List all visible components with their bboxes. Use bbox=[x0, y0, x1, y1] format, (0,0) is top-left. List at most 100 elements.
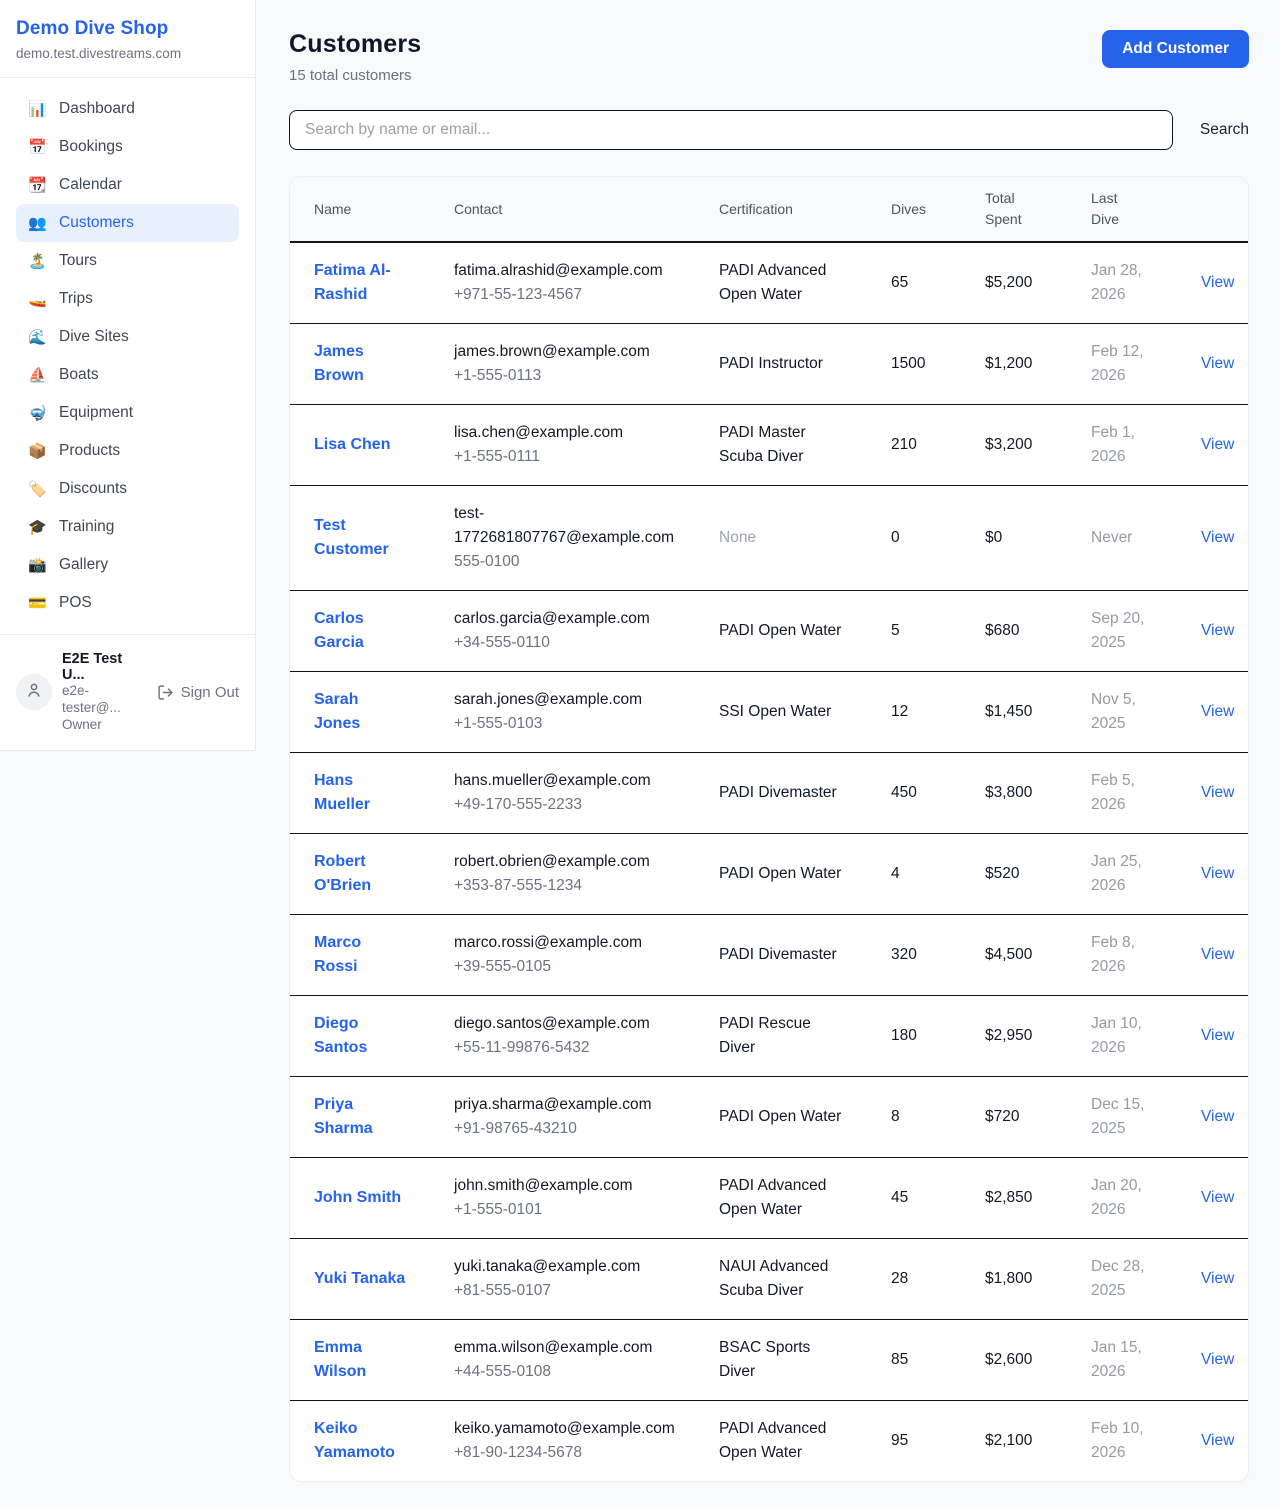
sidebar-item-tours[interactable]: 🏝️Tours bbox=[16, 242, 239, 280]
customer-name-link[interactable]: Carlos Garcia bbox=[314, 610, 364, 651]
table-row: Diego Santos diego.santos@example.com +5… bbox=[290, 996, 1249, 1077]
customer-email: sarah.jones@example.com bbox=[454, 688, 671, 712]
add-customer-button[interactable]: Add Customer bbox=[1102, 30, 1249, 68]
customer-phone: 555-0100 bbox=[454, 550, 671, 574]
customer-phone: +353-87-555-1234 bbox=[454, 874, 671, 898]
customer-name-link[interactable]: John Smith bbox=[314, 1189, 401, 1206]
customer-phone: +44-555-0108 bbox=[454, 1360, 671, 1384]
view-customer-link[interactable]: View bbox=[1201, 784, 1234, 801]
customer-phone: +81-90-1234-5678 bbox=[454, 1441, 671, 1465]
user-name: E2E Test U... bbox=[62, 651, 147, 683]
customer-name-link[interactable]: Sarah Jones bbox=[314, 691, 360, 732]
page-title-block: Customers 15 total customers bbox=[289, 30, 421, 84]
customer-email: john.smith@example.com bbox=[454, 1174, 671, 1198]
bar-chart-icon: 📊 bbox=[28, 102, 46, 117]
customer-last-dive: Feb 5, 2026 bbox=[1067, 753, 1177, 834]
customer-last-dive: Feb 8, 2026 bbox=[1067, 915, 1177, 996]
customer-name-link[interactable]: Lisa Chen bbox=[314, 436, 390, 453]
customer-name-link[interactable]: Priya Sharma bbox=[314, 1096, 373, 1137]
sidebar-item-training[interactable]: 🎓Training bbox=[16, 508, 239, 546]
customer-total-spent: $520 bbox=[961, 834, 1067, 915]
sidebar-item-trips[interactable]: 🚤Trips bbox=[16, 280, 239, 318]
sidebar-item-label: Discounts bbox=[59, 480, 127, 498]
view-customer-link[interactable]: View bbox=[1201, 1027, 1234, 1044]
view-customer-link[interactable]: View bbox=[1201, 529, 1234, 546]
customer-name-link[interactable]: Fatima Al-Rashid bbox=[314, 262, 391, 303]
customer-email: yuki.tanaka@example.com bbox=[454, 1255, 671, 1279]
customer-email: emma.wilson@example.com bbox=[454, 1336, 671, 1360]
customer-name-link[interactable]: James Brown bbox=[314, 343, 364, 384]
customer-phone: +55-11-99876-5432 bbox=[454, 1036, 671, 1060]
sidebar-item-label: Training bbox=[59, 518, 114, 536]
customer-dives: 45 bbox=[867, 1158, 961, 1239]
customer-last-dive: Nov 5, 2025 bbox=[1067, 672, 1177, 753]
island-icon: 🏝️ bbox=[28, 254, 46, 269]
customer-dives: 12 bbox=[867, 672, 961, 753]
customer-phone: +971-55-123-4567 bbox=[454, 283, 671, 307]
sidebar-item-label: Dashboard bbox=[59, 100, 135, 118]
view-customer-link[interactable]: View bbox=[1201, 703, 1234, 720]
table-row: Yuki Tanaka yuki.tanaka@example.com +81-… bbox=[290, 1239, 1249, 1320]
sidebar-item-boats[interactable]: ⛵Boats bbox=[16, 356, 239, 394]
sidebar-item-dashboard[interactable]: 📊 Dashboard bbox=[16, 90, 239, 128]
customers-table-body: Fatima Al-Rashid fatima.alrashid@example… bbox=[290, 242, 1249, 1481]
view-customer-link[interactable]: View bbox=[1201, 865, 1234, 882]
sidebar-item-dive-sites[interactable]: 🌊Dive Sites bbox=[16, 318, 239, 356]
table-row: Emma Wilson emma.wilson@example.com +44-… bbox=[290, 1320, 1249, 1401]
customer-name-link[interactable]: Diego Santos bbox=[314, 1015, 367, 1056]
view-customer-link[interactable]: View bbox=[1201, 1270, 1234, 1287]
search-button[interactable]: Search bbox=[1173, 121, 1249, 139]
sidebar-item-bookings[interactable]: 📅Bookings bbox=[16, 128, 239, 166]
customer-last-dive: Jan 10, 2026 bbox=[1067, 996, 1177, 1077]
view-customer-link[interactable]: View bbox=[1201, 1108, 1234, 1125]
sidebar-item-pos[interactable]: 💳POS bbox=[16, 584, 239, 622]
customer-last-dive: Never bbox=[1067, 486, 1177, 591]
view-customer-link[interactable]: View bbox=[1201, 274, 1234, 291]
sidebar-item-customers[interactable]: 👥Customers bbox=[16, 204, 239, 242]
shop-name[interactable]: Demo Dive Shop bbox=[16, 18, 239, 40]
sidebar-item-discounts[interactable]: 🏷️Discounts bbox=[16, 470, 239, 508]
customer-name-link[interactable]: Yuki Tanaka bbox=[314, 1270, 405, 1287]
sidebar-item-label: Boats bbox=[59, 366, 99, 384]
person-icon bbox=[25, 681, 43, 704]
credit-card-icon: 💳 bbox=[28, 596, 46, 611]
customer-name-link[interactable]: Robert O'Brien bbox=[314, 853, 371, 894]
table-row: Carlos Garcia carlos.garcia@example.com … bbox=[290, 591, 1249, 672]
view-customer-link[interactable]: View bbox=[1201, 1432, 1234, 1449]
customer-phone: +49-170-555-2233 bbox=[454, 793, 671, 817]
diving-mask-icon: 🤿 bbox=[28, 406, 46, 421]
customer-last-dive: Jan 20, 2026 bbox=[1067, 1158, 1177, 1239]
customer-total-spent: $4,500 bbox=[961, 915, 1067, 996]
sign-out-button[interactable]: Sign Out bbox=[157, 684, 239, 701]
user-role: Owner bbox=[62, 717, 147, 734]
table-header-row: Name Contact Certification Dives Total S… bbox=[290, 177, 1249, 242]
sidebar-footer: E2E Test U... e2e-tester@... Owner Sign … bbox=[0, 634, 255, 750]
column-header-total-spent: Total Spent bbox=[961, 177, 1067, 242]
customers-table-card: Name Contact Certification Dives Total S… bbox=[289, 176, 1249, 1482]
customer-name-link[interactable]: Marco Rossi bbox=[314, 934, 361, 975]
sidebar-item-products[interactable]: 📦Products bbox=[16, 432, 239, 470]
view-customer-link[interactable]: View bbox=[1201, 946, 1234, 963]
view-customer-link[interactable]: View bbox=[1201, 622, 1234, 639]
customer-name-link[interactable]: Emma Wilson bbox=[314, 1339, 366, 1380]
view-customer-link[interactable]: View bbox=[1201, 355, 1234, 372]
customer-total-spent: $3,800 bbox=[961, 753, 1067, 834]
customer-total-spent: $2,600 bbox=[961, 1320, 1067, 1401]
customer-name-link[interactable]: Hans Mueller bbox=[314, 772, 370, 813]
view-customer-link[interactable]: View bbox=[1201, 1351, 1234, 1368]
calendar-icon: 📅 bbox=[28, 140, 46, 155]
sidebar-item-gallery[interactable]: 📸Gallery bbox=[16, 546, 239, 584]
sidebar-item-calendar[interactable]: 📆Calendar bbox=[16, 166, 239, 204]
customer-certification: PADI Open Water bbox=[695, 1077, 867, 1158]
customer-name-link[interactable]: Keiko Yamamoto bbox=[314, 1420, 395, 1461]
sidebar-item-label: Calendar bbox=[59, 176, 122, 194]
view-customer-link[interactable]: View bbox=[1201, 1189, 1234, 1206]
customer-name-link[interactable]: Test Customer bbox=[314, 517, 389, 558]
sidebar-item-equipment[interactable]: 🤿Equipment bbox=[16, 394, 239, 432]
user-info: E2E Test U... e2e-tester@... Owner bbox=[62, 651, 147, 734]
customer-total-spent: $0 bbox=[961, 486, 1067, 591]
search-input[interactable] bbox=[289, 110, 1173, 150]
customer-total-spent: $1,800 bbox=[961, 1239, 1067, 1320]
view-customer-link[interactable]: View bbox=[1201, 436, 1234, 453]
customer-certification: PADI Open Water bbox=[695, 834, 867, 915]
